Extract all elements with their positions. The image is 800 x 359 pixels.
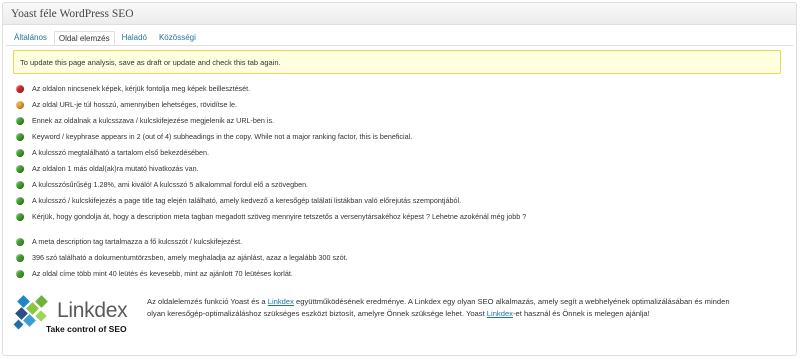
status-green-dot-icon	[16, 196, 24, 205]
metabox-header[interactable]: Yoast féle WordPress SEO	[3, 3, 796, 25]
result-item: A meta description tag tartalmazza a fő …	[16, 237, 776, 253]
result-text: Az oldalon 1 más oldal(ak)ra mutató hiva…	[32, 164, 199, 173]
linkdex-link[interactable]: Linkdex	[487, 309, 513, 318]
status-green-dot-icon	[16, 148, 24, 157]
result-item: A kulcsszó megtalálható a tartalom első …	[16, 148, 776, 164]
result-item: Az oldalon 1 más oldal(ak)ra mutató hiva…	[16, 164, 776, 180]
result-item: Keyword / keyphrase appears in 2 (out of…	[16, 132, 776, 148]
partner-text-part: olyan keresőgép-optimalizáláshoz szükség…	[147, 309, 487, 318]
tab-advanced[interactable]: Haladó	[117, 30, 152, 45]
tab-general[interactable]: Általános	[9, 30, 52, 45]
linkdex-partner-box: Linkdex Take control of SEO Az oldalelem…	[13, 287, 781, 347]
tab-page-analysis[interactable]: Oldal elemzés	[53, 31, 115, 46]
result-text: Az oldal URL-je túl hosszú, amennyiben l…	[32, 100, 237, 109]
result-text: Az oldal címe több mint 40 leütés és kev…	[32, 269, 293, 278]
partner-description: Az oldalelemzés funkció Yoast és a Linkd…	[147, 296, 779, 320]
status-green-dot-icon	[16, 253, 24, 262]
result-text: Kérjük, hogy gondolja át, hogy a descrip…	[32, 212, 527, 221]
tab-divider	[6, 45, 793, 46]
status-green-dot-icon	[16, 132, 24, 141]
tab-bar: Általános Oldal elemzés Haladó Közösségi	[9, 29, 203, 46]
linkdex-logo[interactable]: Linkdex Take control of SEO	[13, 294, 143, 344]
analysis-results-list: Az oldalon nincsenek képek, kérjük fonto…	[16, 84, 776, 285]
status-green-dot-icon	[16, 212, 24, 221]
update-notice-text: To update this page analysis, save as dr…	[20, 57, 281, 67]
result-text: A meta description tag tartalmazza a fő …	[32, 237, 243, 246]
tab-social[interactable]: Közösségi	[154, 30, 201, 45]
status-green-dot-icon	[16, 180, 24, 189]
result-text: Keyword / keyphrase appears in 2 (out of…	[32, 132, 413, 141]
status-orange-dot-icon	[16, 100, 24, 109]
status-green-dot-icon	[16, 164, 24, 173]
result-item: 396 szó található a dokumentumtörzsben, …	[16, 253, 776, 269]
result-text: 396 szó található a dokumentumtörzsben, …	[32, 253, 348, 262]
result-item: Kérjük, hogy gondolja át, hogy a descrip…	[16, 212, 776, 237]
update-notice: To update this page analysis, save as dr…	[13, 50, 781, 74]
result-text: A kulcsszósűrűség 1.28%, ami kiváló! A k…	[32, 180, 309, 189]
result-item: A kulcsszósűrűség 1.28%, ami kiváló! A k…	[16, 180, 776, 196]
result-item: Az oldalon nincsenek képek, kérjük fonto…	[16, 84, 776, 100]
linkdex-logo-tagline: Take control of SEO	[46, 324, 127, 334]
result-item: Ennek az oldalnak a kulcsszava / kulcski…	[16, 116, 776, 132]
metabox-title: Yoast féle WordPress SEO	[11, 7, 134, 20]
partner-text-part: együttműködésének eredménye. A Linkdex e…	[293, 297, 730, 306]
result-item: A kulcsszó / kulcskifejezés a page title…	[16, 196, 776, 212]
result-text: A kulcsszó megtalálható a tartalom első …	[32, 148, 209, 157]
status-green-dot-icon	[16, 116, 24, 125]
linkdex-logo-name: Linkdex	[57, 299, 128, 322]
result-item: Az oldal URL-je túl hosszú, amennyiben l…	[16, 100, 776, 116]
result-text: A kulcsszó / kulcskifejezés a page title…	[32, 196, 462, 205]
result-text: Az oldalon nincsenek képek, kérjük fonto…	[32, 84, 251, 93]
partner-text-part: -et használ és Önnek is melegen ajánlja!	[512, 309, 650, 318]
status-green-dot-icon	[16, 269, 24, 278]
status-red-dot-icon	[16, 84, 24, 93]
partner-text-part: Az oldalelemzés funkció Yoast és a	[147, 297, 268, 306]
result-item: Az oldal címe több mint 40 leütés és kev…	[16, 269, 776, 285]
linkdex-link[interactable]: Linkdex	[268, 297, 294, 306]
status-green-dot-icon	[16, 237, 24, 246]
result-text: Ennek az oldalnak a kulcsszava / kulcski…	[32, 116, 275, 125]
